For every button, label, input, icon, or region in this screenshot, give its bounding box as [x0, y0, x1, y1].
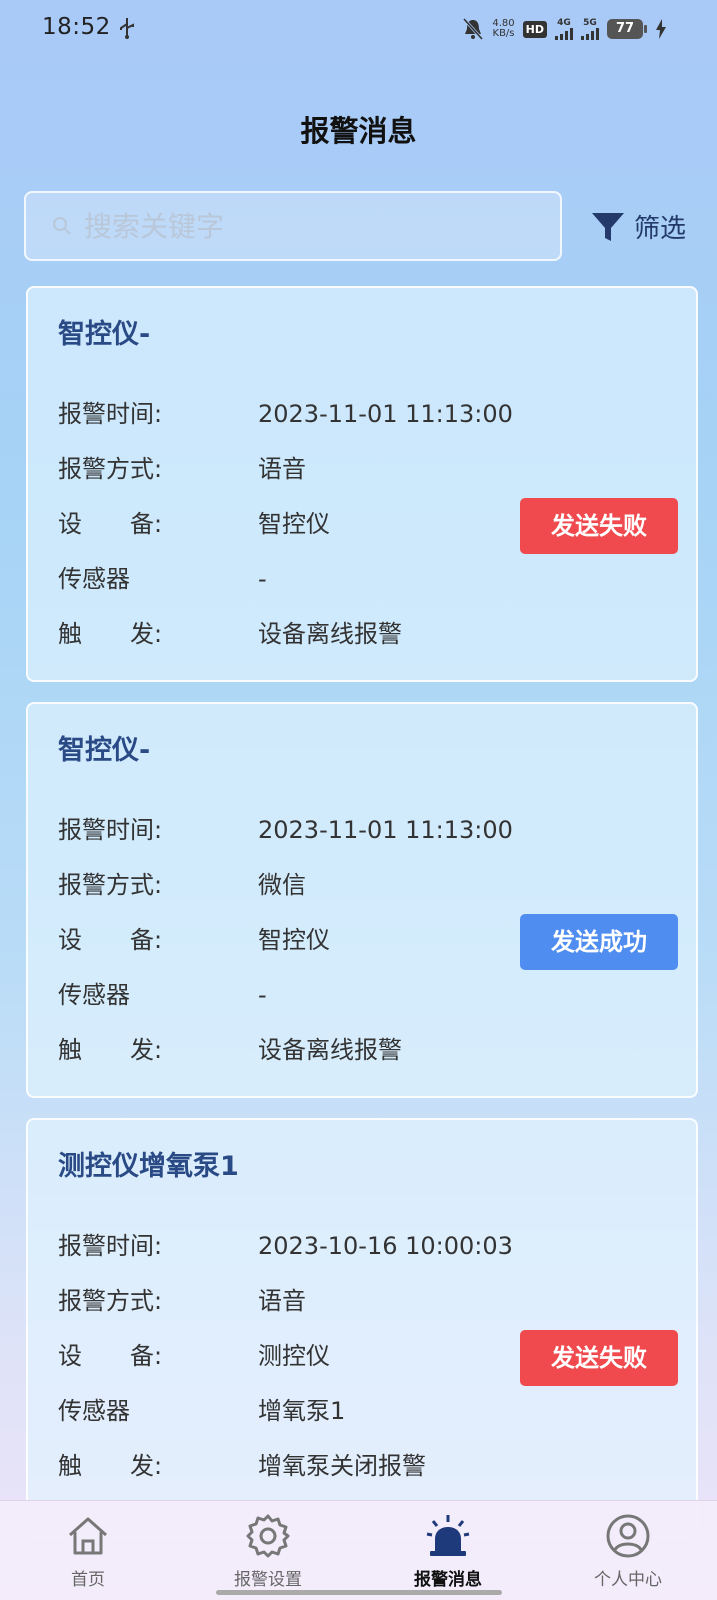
page-title: 报警消息 — [300, 114, 417, 148]
home-indicator[interactable] — [216, 1590, 502, 1595]
home-icon — [69, 1517, 107, 1555]
field-label: 触 发: — [58, 620, 163, 648]
field-device: 设 备: 智控仪 — [58, 504, 330, 538]
send-status-button[interactable]: 发送失败 — [520, 1330, 678, 1386]
field-label: 报警时间: — [58, 816, 163, 844]
signal-5g-icon: 5G — [581, 17, 599, 40]
field-label: 报警方式: — [58, 871, 163, 899]
field-label: 触 发: — [58, 1036, 163, 1064]
field-value: 智控仪 — [258, 510, 330, 538]
alarm-card[interactable]: 测控仪增氧泵1 报警时间: 2023-10-16 10:00:03 报警方式: 语音… — [26, 1118, 698, 1538]
field-alarm-time: 报警时间: 2023-11-01 11:13:00 — [58, 810, 513, 844]
field-value: 语音 — [258, 1287, 306, 1315]
field-value: 2023-10-16 10:00:03 — [258, 1232, 513, 1260]
charging-bolt-icon — [656, 19, 666, 39]
alarm-card[interactable]: 智控仪- 报警时间: 2023-11-01 11:13:00 报警方式: 语音 设 … — [26, 286, 698, 682]
field-trigger: 触 发: 设备离线报警 — [58, 1030, 402, 1064]
card-title: 智控仪- — [58, 319, 151, 350]
field-label: 设 备: — [58, 510, 163, 538]
field-value: - — [258, 565, 267, 593]
user-icon — [606, 1514, 650, 1558]
field-value: 增氧泵1 — [258, 1397, 346, 1425]
field-label: 传感器 — [58, 1397, 130, 1425]
field-value: 增氧泵关闭报警 — [258, 1452, 426, 1480]
field-sensor: 传感器 - — [58, 559, 267, 593]
battery-icon: 77 — [607, 19, 647, 39]
hd-badge: HD — [522, 20, 547, 38]
search-icon — [53, 217, 71, 235]
signal-4g-label: 4G — [557, 17, 571, 28]
field-sensor: 传感器 增氧泵1 — [58, 1391, 345, 1425]
field-value: 语音 — [258, 455, 306, 483]
tab-alarm-settings[interactable]: 报警设置 — [198, 1513, 338, 1590]
field-alarm-method: 报警方式: 微信 — [58, 865, 306, 899]
signal-4g-icon: 4G — [555, 17, 573, 40]
tab-label: 报警消息 — [414, 1570, 482, 1590]
field-label: 报警时间: — [58, 1232, 163, 1260]
field-device: 设 备: 测控仪 — [58, 1336, 330, 1370]
card-title: 测控仪增氧泵1 — [58, 1151, 239, 1182]
status-bar: 18:52 4.80 KB/s HD 4G 5G 77 — [0, 0, 717, 58]
tab-label: 报警设置 — [234, 1570, 302, 1590]
network-speed: 4.80 KB/s — [492, 19, 514, 39]
signal-5g-label: 5G — [583, 17, 597, 28]
field-value: 设备离线报警 — [258, 1036, 402, 1064]
alarm-light-icon — [426, 1515, 470, 1556]
usb-icon — [120, 18, 134, 39]
field-value: 设备离线报警 — [258, 620, 402, 648]
tab-label: 个人中心 — [594, 1570, 662, 1590]
field-label: 报警时间: — [58, 400, 163, 428]
alarm-card[interactable]: 智控仪- 报警时间: 2023-11-01 11:13:00 报警方式: 微信 设 … — [26, 702, 698, 1098]
field-trigger: 触 发: 设备离线报警 — [58, 614, 402, 648]
field-value: 微信 — [258, 871, 306, 899]
tab-profile[interactable]: 个人中心 — [558, 1513, 698, 1590]
field-label: 传感器 — [58, 981, 130, 1009]
field-label: 报警方式: — [58, 455, 163, 483]
field-alarm-method: 报警方式: 语音 — [58, 1281, 306, 1315]
network-speed-unit: KB/s — [492, 28, 515, 39]
field-value: 测控仪 — [258, 1342, 330, 1370]
field-alarm-method: 报警方式: 语音 — [58, 449, 306, 483]
search-box[interactable] — [24, 191, 562, 261]
filter-label: 筛选 — [634, 214, 687, 244]
tab-label: 首页 — [71, 1570, 105, 1590]
send-status-button[interactable]: 发送失败 — [520, 498, 678, 554]
field-trigger: 触 发: 增氧泵关闭报警 — [58, 1446, 426, 1480]
gear-icon — [246, 1514, 290, 1558]
field-device: 设 备: 智控仪 — [58, 920, 330, 954]
field-sensor: 传感器 - — [58, 975, 267, 1009]
bottom-tab-bar: 首页 报警设置 报警消息 个人中心 — [0, 1500, 717, 1600]
search-input[interactable] — [84, 209, 524, 243]
field-label: 报警方式: — [58, 1287, 163, 1315]
field-alarm-time: 报警时间: 2023-10-16 10:00:03 — [58, 1226, 513, 1260]
card-title: 智控仪- — [58, 735, 151, 766]
field-alarm-time: 报警时间: 2023-11-01 11:13:00 — [58, 394, 513, 428]
status-icons: 4.80 KB/s HD 4G 5G 77 — [462, 14, 667, 44]
field-value: 2023-11-01 11:13:00 — [258, 816, 513, 844]
field-label: 触 发: — [58, 1452, 163, 1480]
field-value: 2023-11-01 11:13:00 — [258, 400, 513, 428]
status-time: 18:52 — [42, 14, 111, 40]
filter-button[interactable]: 筛选 — [590, 208, 686, 245]
field-label: 设 备: — [58, 1342, 163, 1370]
field-value: - — [258, 981, 267, 1009]
field-label: 设 备: — [58, 926, 163, 954]
tab-home[interactable]: 首页 — [18, 1513, 158, 1590]
field-value: 智控仪 — [258, 926, 330, 954]
field-label: 传感器 — [58, 565, 130, 593]
bell-muted-icon — [463, 17, 484, 41]
funnel-icon — [592, 212, 624, 241]
send-status-button[interactable]: 发送成功 — [520, 914, 678, 970]
tab-alarm-messages[interactable]: 报警消息 — [378, 1513, 518, 1590]
